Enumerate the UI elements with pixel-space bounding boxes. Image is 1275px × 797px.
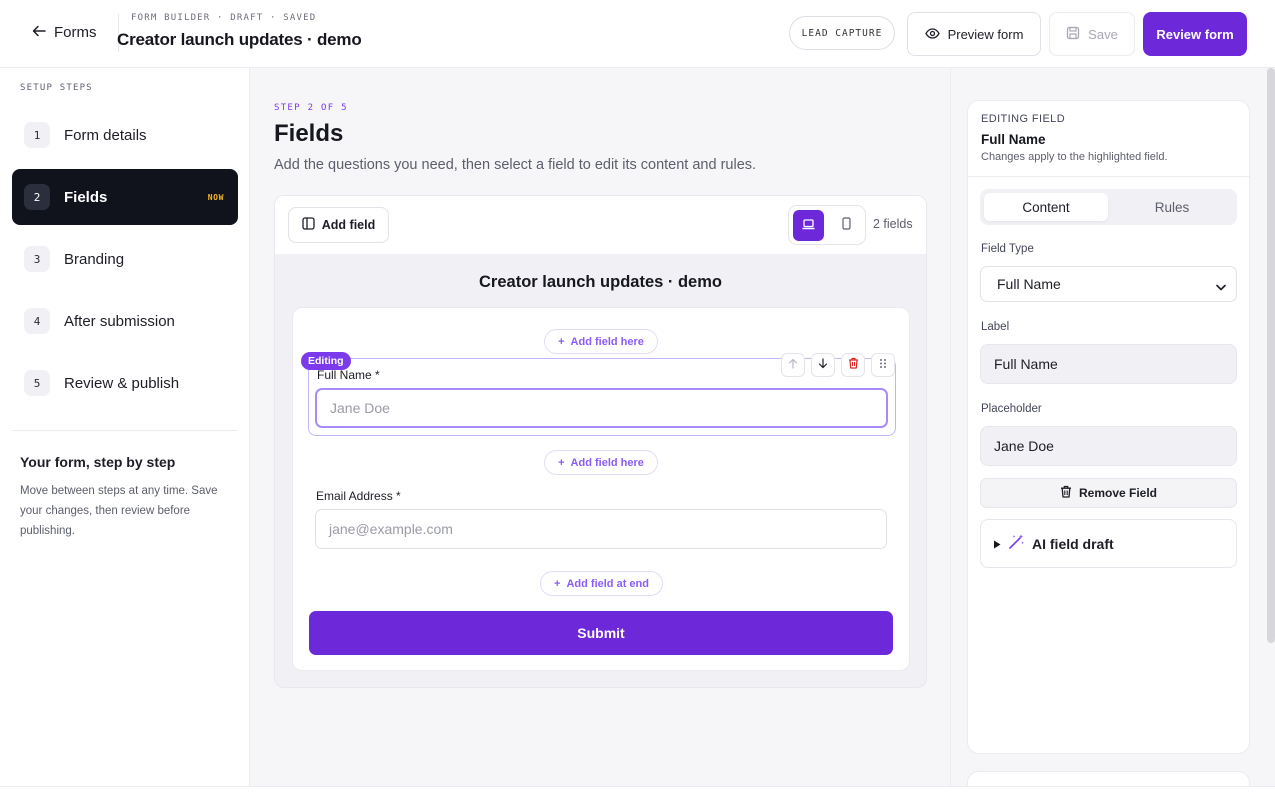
add-field-here-button[interactable]: + Add field here xyxy=(544,329,658,354)
delete-field-button[interactable] xyxy=(841,353,865,377)
step-kicker: STEP 2 OF 5 xyxy=(274,103,348,113)
chevron-down-icon xyxy=(1216,278,1226,294)
sidebar-step-after-submission[interactable]: 4 After submission xyxy=(12,293,266,349)
step-label: Form details xyxy=(64,126,147,144)
panel-layout-icon xyxy=(302,217,315,233)
trash-icon xyxy=(1060,485,1072,501)
step-label: Fields xyxy=(64,188,108,206)
field-tools xyxy=(781,353,895,377)
top-header: Forms FORM BUILDER · DRAFT · SAVED Creat… xyxy=(0,0,1275,68)
step-number: 5 xyxy=(24,370,50,396)
drag-handle[interactable] xyxy=(871,353,895,377)
full-name-input[interactable]: Jane Doe xyxy=(315,388,888,428)
fields-count: 2 fields xyxy=(873,217,913,231)
help-text: Move between steps at any time. Save you… xyxy=(20,485,218,537)
panel-kicker: EDITING FIELD xyxy=(981,113,1066,125)
step-label: After submission xyxy=(64,312,175,330)
form-canvas: Add field 2 fields Creator launch update… xyxy=(274,195,927,688)
label-input[interactable]: Full Name xyxy=(980,344,1237,384)
plus-icon: + xyxy=(558,456,565,469)
add-field-at-end-button[interactable]: + Add field at end xyxy=(540,571,663,596)
laptop-icon xyxy=(802,217,815,235)
phone-icon xyxy=(842,216,851,235)
tab-content[interactable]: Content xyxy=(984,193,1108,221)
sidebar-heading: SETUP STEPS xyxy=(20,83,93,93)
form-title: Creator launch updates · demo xyxy=(117,30,362,49)
magic-wand-icon xyxy=(1008,534,1025,553)
review-form-button[interactable]: Review form xyxy=(1143,12,1247,56)
sidebar-divider xyxy=(12,430,238,431)
trash-icon xyxy=(848,356,859,374)
panel-divider xyxy=(968,176,1249,177)
add-field-label: Add field xyxy=(321,218,376,232)
sidebar-step-form-details[interactable]: 1 Form details xyxy=(12,107,266,163)
bottom-bar xyxy=(0,786,1275,797)
panel-title: Full Name xyxy=(981,132,1046,147)
sidebar-step-fields[interactable]: 2 Fields NOW xyxy=(12,169,238,225)
mobile-view-button[interactable] xyxy=(831,210,862,241)
form-preview-card: + Add field here Editing Full Name * Jan… xyxy=(292,307,910,671)
email-input[interactable]: jane@example.com xyxy=(315,509,887,549)
floppy-disk-icon xyxy=(1066,26,1080,43)
arrow-down-icon xyxy=(818,356,828,374)
field-full-name[interactable]: Editing Full Name * Jane Doe xyxy=(301,352,896,436)
form-preview-title: Creator launch updates · demo xyxy=(479,273,722,291)
sidebar-step-branding[interactable]: 3 Branding xyxy=(12,231,266,287)
scrollbar[interactable] xyxy=(1267,68,1275,643)
disclosure-triangle-icon xyxy=(993,536,1001,552)
preview-form-button[interactable]: Preview form xyxy=(907,12,1041,56)
step-number: 2 xyxy=(24,184,50,210)
field-type-select[interactable]: Full Name xyxy=(980,266,1237,302)
submit-button[interactable]: Submit xyxy=(309,611,893,655)
setup-steps-sidebar: SETUP STEPS 1 Form details 2 Fields NOW … xyxy=(0,68,250,797)
eye-icon xyxy=(924,27,940,42)
sidebar-step-review-publish[interactable]: 5 Review & publish xyxy=(12,355,266,411)
preview-form-label: Preview form xyxy=(947,26,1024,42)
back-label: Forms xyxy=(54,24,97,41)
canvas-toolbar: Add field 2 fields xyxy=(275,196,926,254)
placeholder-input[interactable]: Jane Doe xyxy=(980,426,1237,466)
save-button[interactable]: Save xyxy=(1049,12,1135,56)
field-type-value: Full Name xyxy=(997,276,1061,292)
step-label: Review & publish xyxy=(64,374,180,392)
panel-subtitle: Changes apply to the highlighted field. xyxy=(981,151,1168,163)
placeholder-field-label: Placeholder xyxy=(981,403,1042,415)
ai-field-draft-label: AI field draft xyxy=(1032,535,1114,552)
save-label: Save xyxy=(1088,26,1118,42)
help-title: Your form, step by step xyxy=(20,454,176,470)
move-up-button[interactable] xyxy=(781,353,805,377)
plus-icon: + xyxy=(558,335,565,348)
now-badge: NOW xyxy=(207,193,224,202)
label-field-label: Label xyxy=(981,321,1010,333)
page-description: Add the questions you need, then select … xyxy=(274,157,757,173)
desktop-view-button[interactable] xyxy=(793,210,824,241)
page-title: Fields xyxy=(274,120,344,147)
remove-field-label: Remove Field xyxy=(1078,486,1158,500)
email-field-label: Email Address * xyxy=(316,489,401,503)
field-type-label: Field Type xyxy=(981,243,1034,255)
tab-rules[interactable]: Rules xyxy=(1110,193,1234,221)
step-number: 4 xyxy=(24,308,50,334)
editor-tabs: Content Rules xyxy=(980,189,1237,225)
arrow-up-icon xyxy=(788,356,798,374)
ai-field-draft-toggle[interactable]: AI field draft xyxy=(980,519,1237,568)
field-editor-panel: EDITING FIELD Full Name Changes apply to… xyxy=(967,100,1250,754)
plus-icon: + xyxy=(554,577,561,590)
add-field-button[interactable]: Add field xyxy=(288,207,389,243)
step-number: 3 xyxy=(24,246,50,272)
add-field-here-button[interactable]: + Add field here xyxy=(544,450,658,475)
move-down-button[interactable] xyxy=(811,353,835,377)
field-label: Full Name * xyxy=(317,368,380,382)
remove-field-button[interactable]: Remove Field xyxy=(980,478,1237,508)
arrow-left-icon xyxy=(32,24,46,41)
step-label: Branding xyxy=(64,250,125,268)
device-toggle xyxy=(788,205,866,245)
form-status-meta: FORM BUILDER · DRAFT · SAVED xyxy=(131,13,317,23)
lead-capture-badge: LEAD CAPTURE xyxy=(789,16,895,50)
step-number: 1 xyxy=(24,122,50,148)
grip-icon xyxy=(879,356,887,374)
back-to-forms-link[interactable]: Forms xyxy=(32,24,97,41)
